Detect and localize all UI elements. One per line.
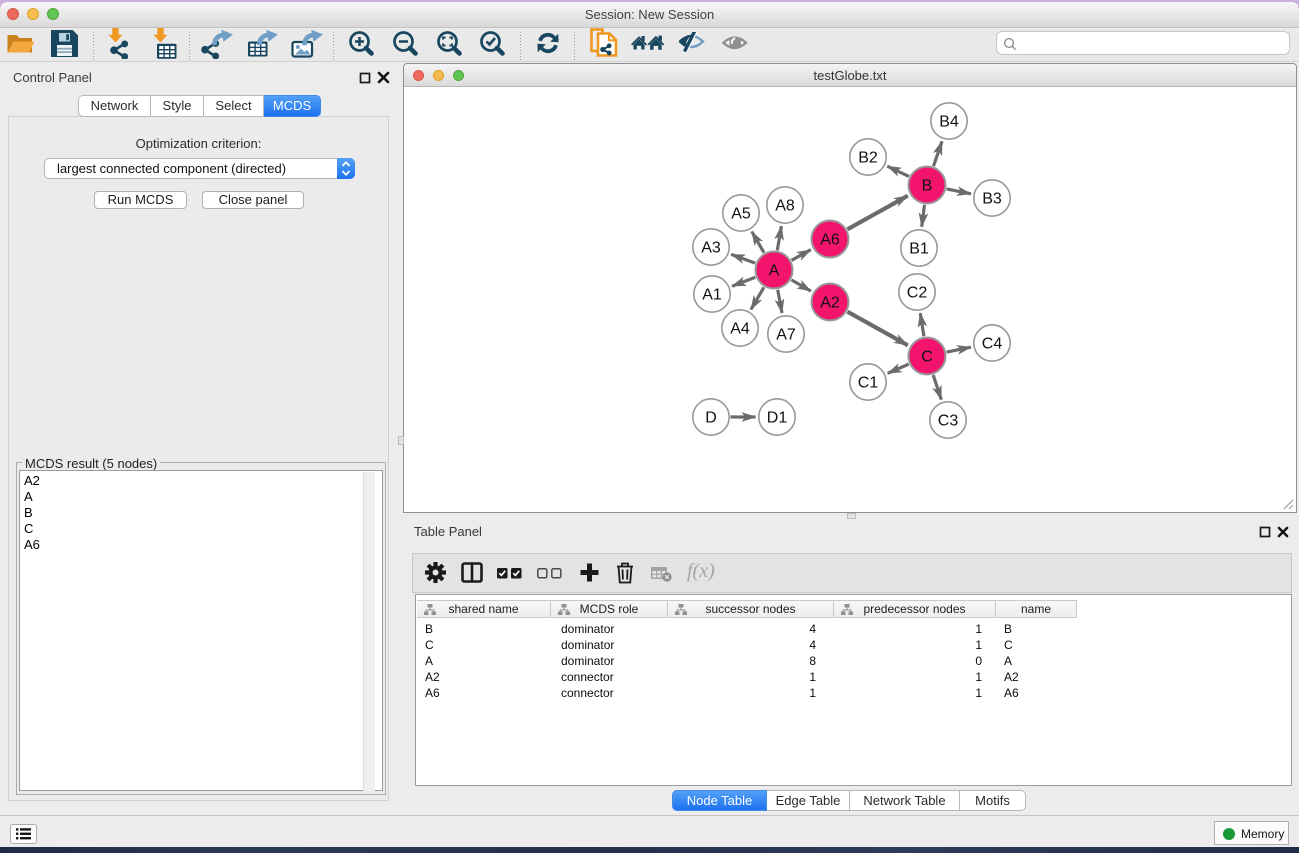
svg-text:B1: B1 [909,241,929,258]
svg-text:B2: B2 [858,150,878,167]
svg-text:A2: A2 [820,295,840,312]
svg-text:B4: B4 [939,114,959,131]
svg-text:B: B [922,178,933,195]
svg-text:B3: B3 [982,191,1002,208]
svg-text:C3: C3 [938,413,959,430]
svg-text:C2: C2 [907,285,928,302]
svg-text:C: C [921,349,933,366]
svg-text:A: A [769,263,780,280]
svg-text:A8: A8 [775,198,795,215]
svg-text:D: D [705,410,717,427]
svg-text:A6: A6 [820,232,840,249]
svg-text:D1: D1 [767,410,788,427]
svg-text:A7: A7 [776,327,796,344]
svg-text:A3: A3 [701,240,721,257]
svg-text:C4: C4 [982,336,1003,353]
svg-text:A1: A1 [702,287,722,304]
svg-text:A4: A4 [730,321,750,338]
svg-text:C1: C1 [858,375,879,392]
svg-text:A5: A5 [731,206,751,223]
